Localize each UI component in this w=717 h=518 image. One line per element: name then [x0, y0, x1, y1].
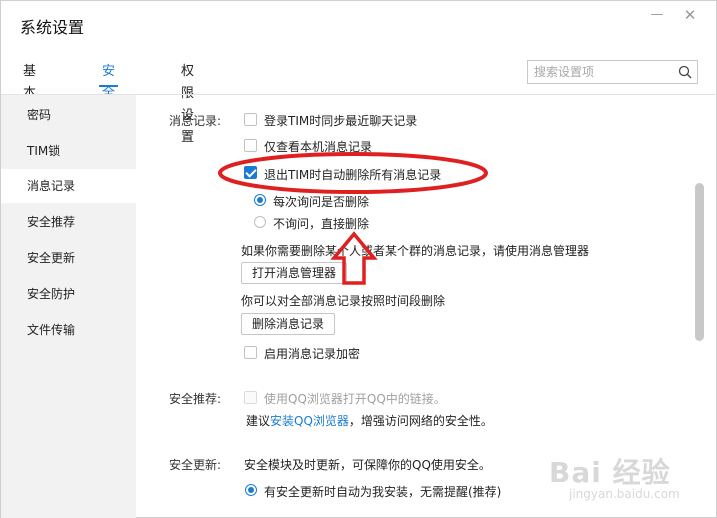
use-qq-browser-label: 使用QQ浏览器打开QQ中的链接。 — [264, 392, 446, 406]
security-update-description: 安全模块及时更新，可保障你的QQ使用安全。 — [244, 458, 491, 472]
use-qq-browser-checkbox[interactable] — [244, 391, 257, 404]
suggest-browser-text: 建议安装QQ浏览器，增强访问网络的安全性。 — [246, 412, 493, 429]
tab-basic-settings[interactable]: 基本设置 — [23, 61, 36, 145]
sidebar-item-security-update[interactable]: 安全更新 — [1, 241, 136, 275]
settings-window: 系统设置 — ✕ 基本设置 安全设置 权限设置 密码 TIM锁 消息记录 安全推… — [0, 0, 717, 518]
delete-message-records-button[interactable]: 删除消息记录 — [241, 313, 336, 335]
minimize-icon[interactable]: — — [649, 7, 665, 23]
sidebar-item-tim-lock[interactable]: TIM锁 — [1, 134, 136, 168]
window-title: 系统设置 — [20, 18, 85, 37]
tab-permission-settings[interactable]: 权限设置 — [181, 61, 194, 145]
sync-recent-checkbox[interactable] — [244, 113, 257, 126]
open-message-manager-button[interactable]: 打开消息管理器 — [241, 262, 348, 284]
tab-security-settings[interactable]: 安全设置 — [98, 61, 119, 145]
auto-install-updates-label: 有安全更新时自动为我安装，无需提醒(推荐) — [264, 485, 502, 499]
manager-hint-text: 如果你需要删除某个人或者某个群的消息记录，请使用消息管理器 — [241, 244, 590, 258]
sidebar-item-security-protection[interactable]: 安全防护 — [1, 277, 136, 311]
search-box — [527, 60, 698, 84]
close-icon[interactable]: ✕ — [682, 7, 698, 23]
suggest-prefix: 建议 — [246, 414, 271, 428]
enable-encryption-checkbox[interactable] — [244, 346, 257, 359]
sidebar-item-security-recommend[interactable]: 安全推荐 — [1, 205, 136, 239]
message-records-label: 消息记录: — [169, 114, 222, 128]
ask-each-time-label: 每次询问是否删除 — [273, 195, 370, 209]
sidebar-item-message-records[interactable]: 消息记录 — [1, 169, 136, 203]
view-local-only-label: 仅查看本机消息记录 — [264, 140, 373, 154]
auto-install-updates-radio[interactable] — [245, 484, 257, 496]
search-input[interactable] — [534, 64, 674, 80]
sync-recent-label: 登录TIM时同步最近聊天记录 — [264, 114, 418, 128]
sidebar: 密码 TIM锁 消息记录 安全推荐 安全更新 安全防护 文件传输 — [1, 95, 136, 518]
suggest-suffix: ，增强访问网络的安全性。 — [348, 414, 493, 428]
security-update-label: 安全更新: — [169, 458, 222, 472]
security-recommend-label: 安全推荐: — [169, 392, 222, 406]
delete-directly-label: 不询问，直接删除 — [273, 217, 370, 231]
search-icon[interactable] — [678, 65, 692, 79]
delete-directly-radio[interactable] — [254, 216, 266, 228]
watermark-main: Bai 经验 — [549, 456, 671, 489]
ask-each-time-radio[interactable] — [254, 194, 266, 206]
watermark-sub: jingyan.baidu.com — [569, 487, 680, 501]
sidebar-item-file-transfer[interactable]: 文件传输 — [1, 313, 136, 347]
install-qq-browser-link[interactable]: 安装QQ浏览器 — [270, 414, 349, 428]
enable-encryption-label: 启用消息记录加密 — [264, 347, 361, 361]
auto-delete-on-exit-checkbox[interactable] — [244, 166, 257, 179]
content-scrollbar[interactable] — [695, 183, 704, 341]
sidebar-item-password[interactable]: 密码 — [1, 98, 136, 132]
auto-delete-on-exit-label: 退出TIM时自动删除所有消息记录 — [264, 168, 442, 182]
view-local-only-checkbox[interactable] — [244, 139, 257, 152]
range-delete-hint-text: 你可以对全部消息记录按照时间段删除 — [241, 294, 446, 308]
baidu-watermark: Bai 经验 jingyan.baidu.com — [549, 451, 709, 511]
